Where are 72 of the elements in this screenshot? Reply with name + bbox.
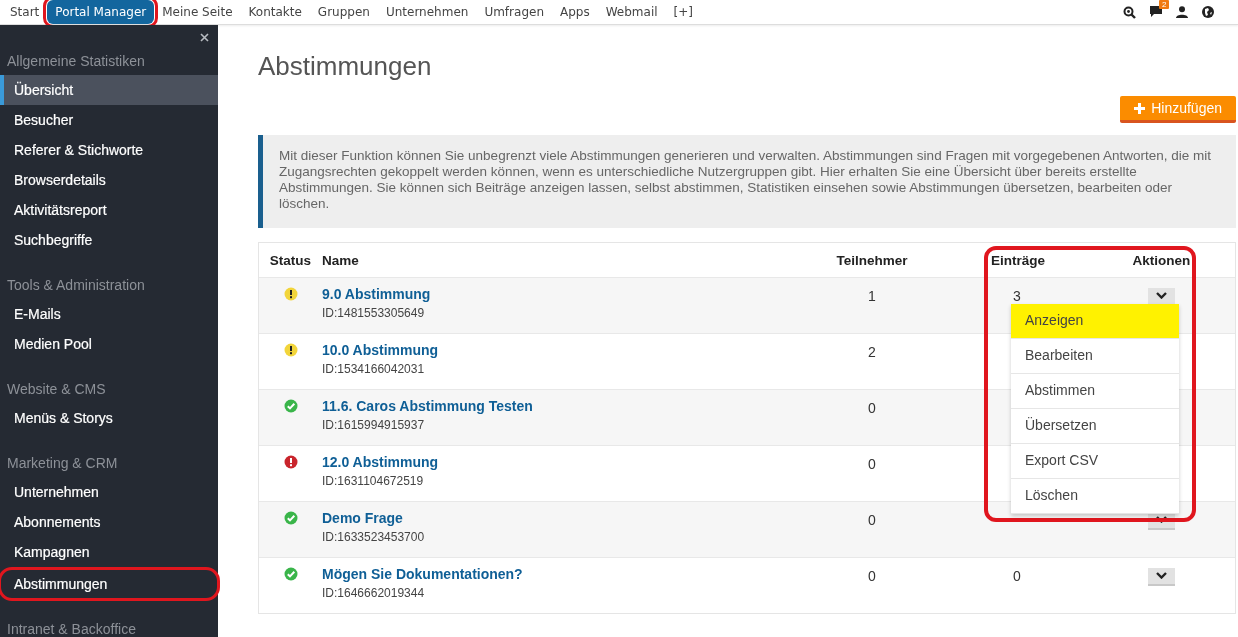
sidebar-item[interactable]: Aktivitätsreport	[0, 195, 218, 225]
poll-id: ID:1631104672519	[322, 474, 424, 488]
participants-count: 1	[868, 288, 876, 304]
participants-count: 0	[868, 568, 876, 584]
page-title: Abstimmungen	[258, 51, 433, 81]
sidebar-section-title: Intranet & Backoffice	[6, 620, 137, 637]
sidebar-item[interactable]: Suchbegriffe	[0, 225, 218, 255]
search-icon[interactable]	[1123, 5, 1136, 19]
menu-item[interactable]: Anzeigen	[1011, 304, 1179, 339]
column-header: Name	[322, 252, 359, 268]
participants-count: 0	[868, 400, 876, 416]
actions-dropdown-button[interactable]	[1148, 567, 1175, 586]
sidebar-item[interactable]: Unternehmen	[0, 477, 218, 507]
participants-count: 2	[868, 344, 876, 360]
poll-name-link[interactable]: Demo Frage	[322, 510, 403, 526]
column-header: Einträge	[991, 252, 1045, 268]
nav-link[interactable]: Apps	[552, 0, 598, 24]
sidebar-section-title: Website & CMS	[6, 380, 107, 399]
plus-icon	[1134, 102, 1146, 114]
column-header: Aktionen	[1132, 252, 1191, 268]
globe-icon[interactable]	[1202, 6, 1214, 18]
column-header: Status	[269, 252, 312, 268]
poll-name-link[interactable]: 9.0 Abstimmung	[322, 286, 431, 302]
poll-name-link[interactable]: 12.0 Abstimmung	[322, 454, 439, 470]
nav-link[interactable]: Webmail	[597, 0, 666, 24]
poll-name-link[interactable]: Mögen Sie Dokumentationen?	[322, 566, 523, 582]
nav-link[interactable]: Gruppen	[309, 0, 378, 24]
nav-link[interactable]: Umfragen	[476, 0, 552, 24]
sidebar-item[interactable]: Abstimmungen	[0, 569, 218, 599]
poll-id: ID:1633523453700	[322, 530, 425, 544]
menu-item[interactable]: Bearbeiten	[1011, 339, 1179, 374]
chevron-down-icon	[1156, 516, 1167, 523]
user-icon[interactable]	[1176, 6, 1188, 18]
nav-link[interactable]: Kontakte	[240, 0, 310, 24]
nav-link[interactable]: Meine Seite	[154, 0, 241, 24]
poll-id: ID:1534166042031	[322, 362, 425, 376]
sidebar-item[interactable]: E-Mails	[0, 299, 218, 329]
nav-link[interactable]: Unternehmen	[377, 0, 477, 24]
nav-link[interactable]: Start	[2, 0, 48, 24]
participants-count: 0	[868, 512, 876, 528]
poll-id: ID:1646662019344	[322, 586, 425, 600]
menu-item[interactable]: Abstimmen	[1011, 374, 1179, 409]
chevron-down-icon	[1156, 572, 1167, 579]
entries-count: 0	[1013, 568, 1021, 584]
sidebar-item[interactable]: Medien Pool	[0, 329, 218, 359]
menu-item[interactable]: Übersetzen	[1011, 409, 1179, 444]
actions-dropdown-button[interactable]	[1148, 287, 1175, 306]
sidebar-section-title: Marketing & CRM	[6, 454, 119, 473]
column-header: Teilnehmer	[836, 252, 908, 268]
sidebar-item[interactable]: Übersicht	[0, 75, 218, 105]
sidebar-item[interactable]: Kampagnen	[0, 537, 218, 567]
sidebar-item[interactable]: Referer & Stichworte	[0, 135, 218, 165]
sidebar-item[interactable]: Abonnements	[0, 507, 218, 537]
poll-name-link[interactable]: 10.0 Abstimmung	[322, 342, 439, 358]
entries-count: 3	[1013, 288, 1021, 304]
poll-name-link[interactable]: 11.6. Caros Abstimmung Testen	[322, 398, 533, 414]
sidebar-item[interactable]: Besucher	[0, 105, 218, 135]
chevron-down-icon	[1156, 292, 1167, 299]
sidebar-section-title: Tools & Administration	[6, 276, 146, 295]
poll-id: ID:1615994915937	[322, 418, 425, 432]
nav-link[interactable]: [+]	[665, 0, 701, 24]
poll-id: ID:1481553305649	[322, 306, 425, 320]
chat-bubble-icon[interactable]	[1150, 6, 1162, 18]
menu-item[interactable]: Export CSV	[1011, 444, 1179, 479]
sidebar-item[interactable]: Browserdetails	[0, 165, 218, 195]
message-count-badge: 2	[1159, 0, 1170, 9]
menu-item[interactable]: Löschen	[1011, 479, 1179, 514]
participants-count: 0	[868, 456, 876, 472]
close-icon[interactable]	[200, 33, 209, 42]
sidebar-section-title: Allgemeine Statistiken	[6, 52, 146, 71]
sidebar-item[interactable]: Menüs & Storys	[0, 403, 218, 433]
info-text: Mit dieser Funktion können Sie unbegrenzt viele Abstimmungen generieren und verwalten. Abstimmungen sind Fragen mit vorgegebenen Antworten, die mit Zugangsrechten gekoppelt werden können, wenn es unterschiedliche Nutzergruppen gibt. Hier erhalten Sie eine Übersicht über bereits erstellte Abstimmungen. Sie können sich Beiträge anzeigen lassen, selbst abstimmen, Statistiken einsehen sowie Abstimmungen übersetzen, bearbeiten oder löschen.	[279, 148, 1213, 212]
